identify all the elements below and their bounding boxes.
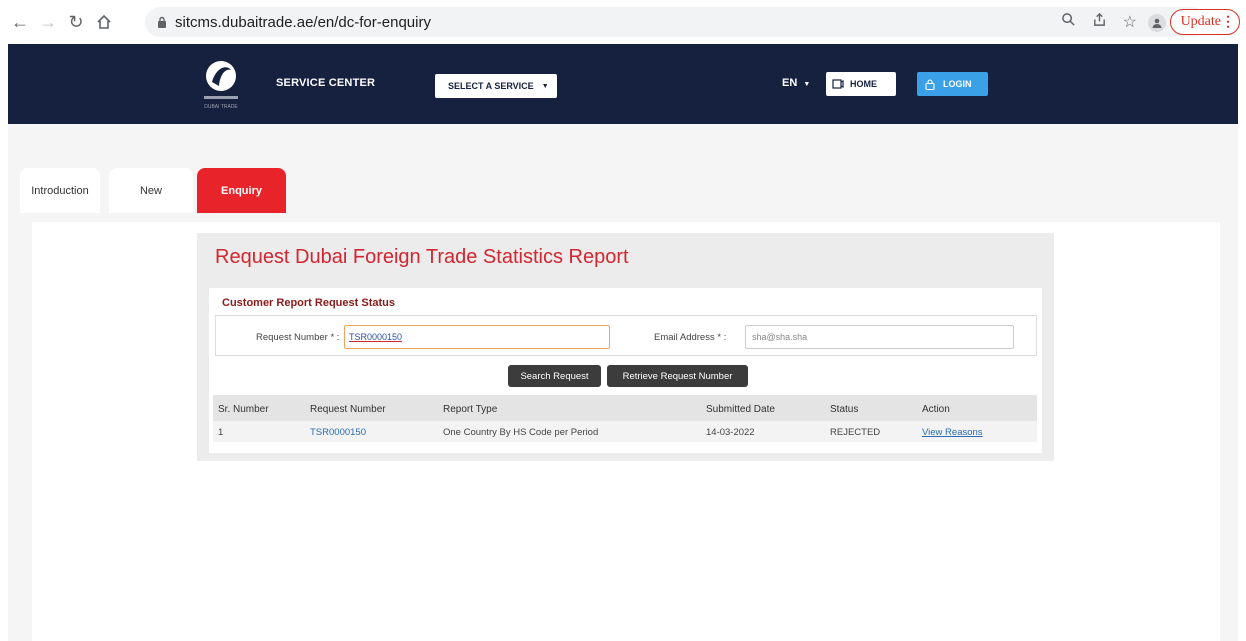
zoom-icon[interactable] [1061, 12, 1076, 32]
tab-enquiry[interactable]: Enquiry [197, 168, 286, 213]
col-header-report-type: Report Type [443, 404, 498, 415]
dubai-trade-logo[interactable]: DUBAI TRADE [198, 56, 244, 114]
back-icon[interactable]: ← [6, 8, 34, 36]
col-header-submitted-date: Submitted Date [706, 404, 775, 415]
caret-down-icon: ▼ [541, 82, 549, 90]
home-button[interactable]: HOME [826, 72, 896, 96]
col-header-status: Status [830, 404, 859, 415]
lock-icon[interactable] [155, 15, 169, 29]
email-label: Email Address * : [654, 332, 727, 343]
language-label: EN [782, 77, 798, 89]
home-label: HOME [850, 79, 877, 89]
select-service-label: SELECT A SERVICE [448, 81, 534, 91]
bookmark-star-icon[interactable]: ☆ [1123, 12, 1137, 32]
forward-icon[interactable]: → [34, 8, 62, 36]
language-selector[interactable]: EN ▼ [782, 77, 810, 89]
page-title: Request Dubai Foreign Trade Statistics R… [215, 246, 629, 268]
retrieve-request-number-button[interactable]: Retrieve Request Number [607, 365, 748, 387]
request-number-label: Request Number * : [256, 332, 340, 343]
service-center-title[interactable]: SERVICE CENTER [276, 77, 375, 89]
svg-text:DUBAI TRADE: DUBAI TRADE [204, 104, 238, 110]
lock-icon [925, 78, 935, 90]
update-button[interactable]: Update ⋮ [1169, 9, 1240, 35]
home-icon[interactable] [90, 8, 118, 36]
cell-status: REJECTED [830, 427, 881, 438]
reload-icon[interactable]: ↻ [62, 8, 90, 36]
section-title: Customer Report Request Status [222, 297, 395, 309]
caret-down-icon: ▼ [803, 81, 811, 88]
login-label: LOGIN [943, 79, 972, 89]
login-button[interactable]: LOGIN [917, 72, 988, 96]
select-service-dropdown[interactable]: SELECT A SERVICE ▼ [435, 74, 557, 98]
tab-new[interactable]: New [109, 168, 193, 213]
share-icon[interactable] [1092, 12, 1107, 32]
url-text[interactable]: sitcms.dubaitrade.ae/en/dc-for-enquiry [175, 14, 431, 31]
cell-submitted-date: 14-03-2022 [706, 427, 755, 438]
email-field[interactable]: sha@sha.sha [745, 325, 1014, 349]
update-label: Update [1180, 14, 1221, 29]
col-header-action: Action [922, 404, 950, 415]
search-request-button[interactable]: Search Request [508, 365, 601, 387]
browser-toolbar: ← → ↻ sitcms.dubaitrade.ae/en/dc-for-enq… [0, 0, 1246, 44]
request-number-value: TSR0000150 [349, 332, 403, 342]
menu-dots-icon[interactable]: ⋮ [1221, 14, 1235, 31]
cell-report-type: One Country By HS Code per Period [443, 427, 599, 438]
cell-sr-number: 1 [218, 427, 224, 438]
view-reasons-link[interactable]: View Reasons [922, 427, 983, 438]
site-header: DUBAI TRADE SERVICE CENTER SELECT A SERV… [8, 44, 1238, 124]
door-icon [832, 79, 844, 89]
profile-avatar-icon[interactable] [1148, 14, 1166, 32]
email-value: sha@sha.sha [752, 332, 808, 342]
tab-introduction[interactable]: Introduction [20, 168, 100, 213]
request-number-input[interactable]: TSR0000150 [344, 325, 610, 349]
col-header-sr-number: Sr. Number [218, 404, 269, 415]
col-header-request-number: Request Number [310, 404, 386, 415]
address-bar[interactable]: sitcms.dubaitrade.ae/en/dc-for-enquiry ☆ [145, 7, 1207, 37]
cell-request-number-link[interactable]: TSR0000150 [310, 427, 366, 438]
